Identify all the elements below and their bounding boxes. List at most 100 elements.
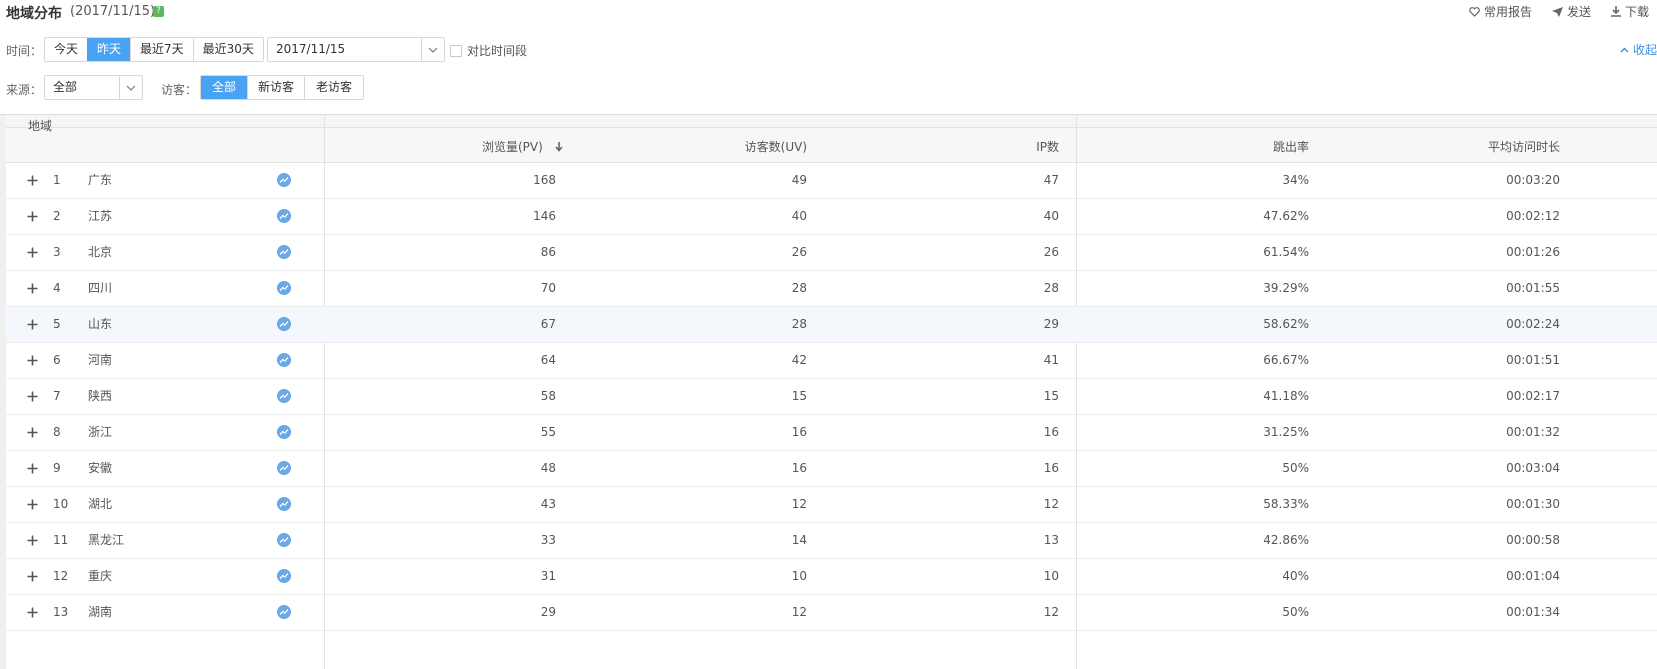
table-row[interactable]: 7 陕西 58 15 15 41.18% 00:02:17	[6, 379, 1657, 415]
ip-cell: 12	[1043, 605, 1059, 619]
avg-duration-cell: 00:01:32	[1506, 425, 1560, 439]
region-cell: 浙江	[88, 425, 113, 439]
avg-duration-cell: 00:02:17	[1506, 389, 1560, 403]
table-row[interactable]: 12 重庆 31 10 10 40% 00:01:04	[6, 559, 1657, 595]
avg-duration-cell: 00:01:34	[1506, 605, 1560, 619]
trend-chart-icon[interactable]	[277, 497, 291, 511]
expand-plus-icon[interactable]	[26, 318, 39, 331]
uv-column-header[interactable]: 访客数(UV)	[745, 138, 807, 155]
ip-cell: 10	[1043, 569, 1059, 583]
expand-plus-icon[interactable]	[26, 282, 39, 295]
trend-chart-icon[interactable]	[277, 425, 291, 439]
trend-chart-icon[interactable]	[277, 533, 291, 547]
table-row[interactable]: 5 山东 67 28 29 58.62% 00:02:24	[6, 307, 1657, 343]
pv-cell: 43	[540, 497, 556, 511]
favorite-report-button[interactable]: 常用报告	[1469, 3, 1532, 20]
visitor-option-returning[interactable]: 老访客	[304, 76, 364, 99]
send-button[interactable]: 发送	[1551, 3, 1591, 20]
ip-cell: 47	[1043, 173, 1059, 187]
uv-cell: 12	[791, 497, 807, 511]
trend-chart-icon[interactable]	[277, 281, 291, 295]
ip-cell: 16	[1043, 425, 1059, 439]
avg-duration-cell: 00:01:30	[1506, 497, 1560, 511]
trend-chart-icon[interactable]	[277, 389, 291, 403]
visitor-option-all[interactable]: 全部	[201, 76, 248, 99]
visitor-option-new[interactable]: 新访客	[247, 76, 305, 99]
help-icon[interactable]: ?	[153, 6, 164, 17]
bounce-rate-cell: 61.54%	[1263, 245, 1309, 259]
time-option-last30[interactable]: 最近30天	[192, 38, 263, 61]
region-cell: 陕西	[88, 389, 113, 403]
ip-cell: 12	[1043, 497, 1059, 511]
avg-duration-cell: 00:03:04	[1506, 461, 1560, 475]
table-row[interactable]: 1 广东 168 49 47 34% 00:03:20	[6, 163, 1657, 199]
trend-chart-icon[interactable]	[277, 317, 291, 331]
bounce-rate-cell: 40%	[1282, 569, 1309, 583]
table-row[interactable]: 4 四川 70 28 28 39.29% 00:01:55	[6, 271, 1657, 307]
table-row[interactable]: 10 湖北 43 12 12 58.33% 00:01:30	[6, 487, 1657, 523]
visitor-type-group: 全部 新访客 老访客	[200, 75, 365, 100]
expand-plus-icon[interactable]	[26, 462, 39, 475]
rank-cell: 3	[53, 245, 61, 259]
uv-cell: 28	[791, 317, 807, 331]
ip-column-header[interactable]: IP数	[1036, 138, 1059, 155]
rank-cell: 6	[53, 353, 61, 367]
expand-plus-icon[interactable]	[26, 498, 39, 511]
uv-cell: 40	[791, 209, 807, 223]
expand-plus-icon[interactable]	[26, 174, 39, 187]
table-header	[6, 128, 1657, 163]
table-row[interactable]: 13 湖南 29 12 12 50% 00:01:34	[6, 595, 1657, 631]
expand-plus-icon[interactable]	[26, 570, 39, 583]
region-column-header: 地域	[28, 119, 53, 133]
region-cell: 湖北	[88, 497, 113, 511]
time-option-today[interactable]: 今天	[45, 38, 88, 61]
expand-plus-icon[interactable]	[26, 354, 39, 367]
table-row[interactable]: 6 河南 64 42 41 66.67% 00:01:51	[6, 343, 1657, 379]
download-button[interactable]: 下载	[1610, 3, 1649, 20]
time-option-yesterday[interactable]: 昨天	[87, 38, 131, 61]
bounce-rate-cell: 41.18%	[1263, 389, 1309, 403]
sort-down-icon	[555, 142, 563, 152]
expand-plus-icon[interactable]	[26, 246, 39, 259]
expand-plus-icon[interactable]	[26, 390, 39, 403]
expand-plus-icon[interactable]	[26, 426, 39, 439]
pv-cell: 146	[533, 209, 556, 223]
pv-cell: 58	[540, 389, 556, 403]
expand-plus-icon[interactable]	[26, 534, 39, 547]
table-row[interactable]: 3 北京 86 26 26 61.54% 00:01:26	[6, 235, 1657, 271]
region-cell: 广东	[88, 173, 113, 187]
trend-chart-icon[interactable]	[277, 605, 291, 619]
expand-plus-icon[interactable]	[26, 606, 39, 619]
visitor-label: 访客：	[161, 83, 198, 97]
expand-plus-icon[interactable]	[26, 210, 39, 223]
trend-chart-icon[interactable]	[277, 569, 291, 583]
date-picker[interactable]: 2017/11/15	[267, 37, 445, 62]
bounce-column-header[interactable]: 跳出率	[1273, 138, 1309, 155]
report-actions: 常用报告 发送 下载	[1469, 3, 1649, 20]
table-row[interactable]: 2 江苏 146 40 40 47.62% 00:02:12	[6, 199, 1657, 235]
uv-cell: 26	[791, 245, 807, 259]
collapse-button[interactable]: 收起	[1620, 41, 1657, 58]
region-cell: 安徽	[88, 461, 113, 475]
table-row[interactable]: 9 安徽 48 16 16 50% 00:03:04	[6, 451, 1657, 487]
download-label: 下载	[1624, 5, 1649, 19]
chevron-down-icon	[421, 38, 444, 61]
trend-chart-icon[interactable]	[277, 461, 291, 475]
trend-chart-icon[interactable]	[277, 245, 291, 259]
trend-chart-icon[interactable]	[277, 173, 291, 187]
table-group-header	[6, 115, 1657, 128]
favorite-report-label: 常用报告	[1483, 5, 1532, 19]
time-option-last7[interactable]: 最近7天	[130, 38, 193, 61]
heart-icon	[1469, 6, 1480, 17]
pv-column-header[interactable]: 浏览量(PV)	[482, 138, 563, 155]
trend-chart-icon[interactable]	[277, 353, 291, 367]
region-cell: 四川	[88, 281, 113, 295]
avg-duration-cell: 00:03:20	[1506, 173, 1560, 187]
rank-cell: 13	[53, 605, 69, 619]
duration-column-header[interactable]: 平均访问时长	[1488, 138, 1560, 155]
compare-period-checkbox[interactable]: 对比时间段	[450, 42, 527, 59]
source-select[interactable]: 全部	[44, 75, 143, 100]
table-row[interactable]: 8 浙江 55 16 16 31.25% 00:01:32	[6, 415, 1657, 451]
table-row[interactable]: 11 黑龙江 33 14 13 42.86% 00:00:58	[6, 523, 1657, 559]
trend-chart-icon[interactable]	[277, 209, 291, 223]
